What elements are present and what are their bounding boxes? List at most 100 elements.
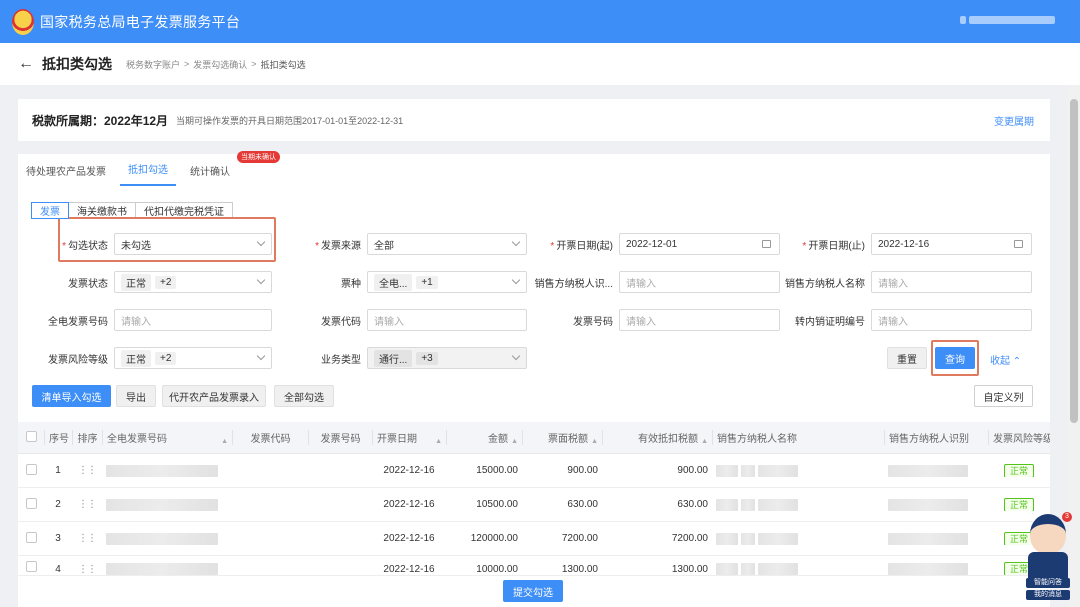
table-row[interactable]: 3 ⋮⋮ 2022-12-16 120000.00 7200.00 7200.0… [18, 522, 1050, 556]
seller-name-input[interactable]: 请输入 [871, 271, 1032, 293]
placeholder: 请输入 [626, 316, 656, 328]
issue-date-start-picker[interactable]: 2022-12-01 [619, 233, 780, 255]
main-card: 待处理农产品发票 抵扣勾选 统计确认 当期未确认 发票 海关缴款书 代扣代缴完税… [18, 151, 1050, 607]
check-all-button[interactable]: 全部勾选 [274, 385, 334, 407]
cell-amount: 15000.00 [476, 465, 518, 476]
tab-statistics-confirm[interactable]: 统计确认 当期未确认 [182, 151, 280, 186]
tab-agri-invoices[interactable]: 待处理农产品发票 [18, 163, 114, 186]
table-row[interactable]: 1 ⋮⋮ 2022-12-16 15000.00 900.00 900.00 正… [18, 454, 1050, 488]
cell-invoice-number-redacted [102, 498, 232, 511]
drag-handle-icon[interactable]: ⋮⋮ [72, 564, 102, 575]
chevron-down-icon [256, 351, 266, 361]
submit-check-button[interactable]: 提交勾选 [503, 580, 563, 602]
filter-label: 发票代码 [321, 316, 361, 328]
risk-badge: 正常 [1003, 464, 1034, 477]
cell-tax: 900.00 [567, 465, 598, 476]
more-count-tag: +2 [155, 351, 177, 365]
drag-handle-icon[interactable]: ⋮⋮ [72, 499, 102, 510]
cell-date: 2022-12-16 [383, 533, 435, 544]
placeholder: 请输入 [626, 278, 656, 290]
label-text: 开票日期(止) [808, 240, 865, 252]
table-row[interactable]: 4 ⋮⋮ 2022-12-16 10000.00 1300.00 1300.00… [18, 556, 1050, 576]
invoice-status-multiselect[interactable]: 正常 +2 [114, 271, 272, 293]
breadcrumb-separator: > [251, 59, 257, 69]
calendar-icon [762, 240, 771, 248]
label-text: 开票日期(起) [556, 240, 613, 252]
col-header: 排序 [72, 430, 102, 445]
cell-risk: 正常 [988, 498, 1050, 511]
subtab-invoice[interactable]: 发票 [31, 202, 69, 219]
cell-seller-name-redacted [712, 532, 884, 545]
invoice-type-multiselect[interactable]: 全电... +1 [367, 271, 527, 293]
sort-icon: ▲▼ [221, 438, 228, 445]
breadcrumb-item[interactable]: 税务数字账户 [126, 58, 180, 71]
chevron-down-icon [511, 351, 521, 361]
more-count-tag: +2 [155, 275, 177, 289]
sort-icon: ▲▼ [511, 438, 518, 445]
message-count-badge: 3 [1062, 512, 1072, 522]
tab-deduction-check[interactable]: 抵扣勾选 [120, 161, 176, 186]
col-header[interactable]: 金额▲▼ [446, 430, 522, 445]
issue-date-end-picker[interactable]: 2022-12-16 [871, 233, 1032, 255]
filter-label: 发票状态 [68, 278, 108, 290]
user-info-redacted[interactable] [960, 14, 1060, 26]
table-row[interactable]: 2 ⋮⋮ 2022-12-16 10500.00 630.00 630.00 正… [18, 488, 1050, 522]
cell-seller-tax-id-redacted [884, 464, 988, 477]
cell-invoice-number-redacted [102, 563, 232, 575]
tax-period-label: 税款所属期：2022年12月 [32, 113, 169, 128]
label-text: 勾选状态 [68, 240, 108, 252]
my-messages-label[interactable]: 我的消息 [1026, 590, 1070, 600]
agri-invoice-entry-button[interactable]: 代开农产品发票录入 [162, 385, 266, 407]
sort-icon: ▲▼ [701, 438, 708, 445]
collapse-link[interactable]: 收起 ⌃ [990, 352, 1021, 367]
export-button[interactable]: 导出 [116, 385, 156, 407]
col-header[interactable]: 开票日期 ▲▼ [372, 430, 446, 445]
filter-label: * 开票日期(起) [550, 240, 613, 252]
col-header[interactable]: 全电发票号码 ▲▼ [102, 430, 232, 445]
fulldigital-no-input[interactable]: 请输入 [114, 309, 272, 331]
custom-columns-button[interactable]: 自定义列 [974, 385, 1033, 407]
seller-tax-id-input[interactable]: 请输入 [619, 271, 780, 293]
reset-button[interactable]: 重置 [887, 347, 927, 369]
filter-label: 全电发票号码 [48, 316, 108, 328]
back-arrow-icon[interactable]: ← [18, 55, 34, 73]
import-check-button[interactable]: 清单导入勾选 [32, 385, 111, 407]
filter-fulldigital-no: 全电发票号码 请输入 [20, 309, 272, 331]
row-checkbox[interactable] [25, 497, 37, 509]
filter-business-type: 业务类型 通行... +3 [273, 347, 527, 369]
col-header: 发票风险等级 [988, 430, 1050, 445]
row-checkbox[interactable] [25, 463, 37, 475]
cell-tax: 1300.00 [561, 564, 598, 575]
cell-no: 4 [55, 564, 61, 575]
drag-handle-icon[interactable]: ⋮⋮ [72, 533, 102, 544]
scrollbar-thumb[interactable] [1070, 99, 1078, 423]
tab-label: 待处理农产品发票 [26, 167, 106, 178]
subtab-withholding-certificate[interactable]: 代扣代缴完税凭证 [135, 202, 233, 219]
tax-emblem-logo [12, 8, 34, 35]
business-type-multiselect[interactable]: 通行... +3 [367, 347, 527, 369]
subtab-customs-payment[interactable]: 海关缴款书 [68, 202, 136, 219]
change-period-link[interactable]: 变更属期 [994, 113, 1034, 128]
smart-assistant-widget[interactable]: 3 智能问答 我的消息 [1024, 512, 1072, 602]
cell-tax: 7200.00 [561, 533, 598, 544]
invoice-code-input[interactable]: 请输入 [367, 309, 527, 331]
row-checkbox[interactable] [25, 531, 37, 543]
risk-level-multiselect[interactable]: 正常 +2 [114, 347, 272, 369]
invoice-source-select[interactable]: 全部 [367, 233, 527, 255]
drag-handle-icon[interactable]: ⋮⋮ [72, 465, 102, 476]
invoice-no-input[interactable]: 请输入 [619, 309, 780, 331]
col-header[interactable]: 有效抵扣税额▲▼ [602, 430, 712, 445]
select-all-checkbox[interactable] [25, 430, 37, 442]
filter-label: * 勾选状态 [62, 240, 108, 252]
smart-qa-label[interactable]: 智能问答 [1026, 578, 1070, 588]
top-bar: 国家税务总局电子发票服务平台 [0, 0, 1080, 43]
check-status-select[interactable]: 未勾选 [114, 233, 272, 255]
row-checkbox[interactable] [25, 561, 37, 572]
assistant-avatar-icon [1030, 514, 1066, 554]
query-button[interactable]: 查询 [935, 347, 975, 369]
col-header[interactable]: 票面税额▲▼ [522, 430, 602, 445]
breadcrumb-item[interactable]: 发票勾选确认 [193, 58, 247, 71]
col-header: 发票代码 [232, 430, 308, 445]
transfer-no-input[interactable]: 请输入 [871, 309, 1032, 331]
row-checkbox-cell [18, 531, 44, 546]
